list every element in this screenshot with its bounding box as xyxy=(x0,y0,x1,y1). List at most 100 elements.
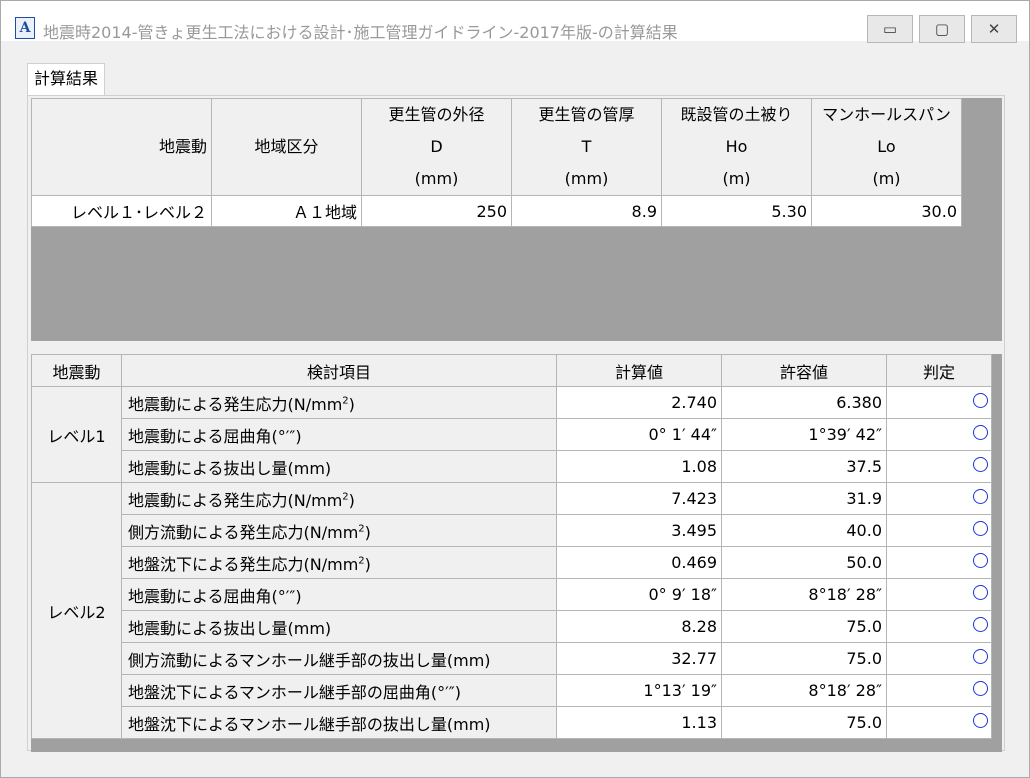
item-label: 地盤沈下によるマンホール継手部の屈曲角(°′″) xyxy=(128,682,461,702)
input-data-row[interactable]: レベル１･レベル２ Ａ１地域 250 8.9 5.30 30.0 xyxy=(31,195,962,227)
maximize-button[interactable]: ▢ xyxy=(919,15,965,43)
calc-value-cell[interactable]: 1°13′ 19″ xyxy=(556,674,722,707)
item-label: 地震動による屈曲角(°′″) xyxy=(128,426,302,446)
judge-cell[interactable] xyxy=(886,546,992,579)
col-header-allow: 許容値 xyxy=(721,354,887,387)
result-row[interactable]: レベル1 地震動による発生応力(N/mm2) 2.740 6.380 xyxy=(31,386,992,483)
item-label-tail: ) xyxy=(348,490,355,510)
result-row[interactable]: 側方流動による発生応力(N/mm2) 3.495 40.0 xyxy=(32,514,992,547)
item-cell: 地震動による発生応力(N/mm2) xyxy=(121,482,557,515)
calc-value-cell[interactable]: 1.13 xyxy=(556,706,722,739)
item-cell: 地震動による屈曲角(°′″) xyxy=(121,418,557,451)
allow-value-cell[interactable]: 50.0 xyxy=(721,546,887,579)
calc-value-cell[interactable]: 7.423 xyxy=(556,482,722,515)
item-cell: 側方流動による発生応力(N/mm2) xyxy=(121,514,557,547)
item-cell: 地震動による抜出し量(mm) xyxy=(121,610,557,643)
calc-value-cell[interactable]: 0° 1′ 44″ xyxy=(556,418,722,451)
calc-value-cell[interactable]: 3.495 xyxy=(556,514,722,547)
judge-cell[interactable] xyxy=(886,386,992,419)
judge-cell[interactable] xyxy=(886,706,992,739)
result-row[interactable]: レベル2 地震動による発生応力(N/mm2) 7.423 31.9 xyxy=(31,482,992,739)
judge-cell[interactable] xyxy=(886,482,992,515)
judge-cell[interactable] xyxy=(886,418,992,451)
calc-value-cell[interactable]: 32.77 xyxy=(556,642,722,675)
calc-value-cell[interactable]: 8.28 xyxy=(556,610,722,643)
header-thickness: 更生管の管厚 T (mm) xyxy=(511,98,662,196)
close-button[interactable]: ✕ xyxy=(971,15,1017,43)
header-line: 更生管の外径 xyxy=(388,105,485,124)
header-line: マンホールスパン xyxy=(822,105,951,124)
result-row[interactable]: 地震動による抜出し量(mm) 1.08 37.5 xyxy=(32,450,992,483)
pass-circle-icon xyxy=(973,521,988,536)
item-cell: 地盤沈下によるマンホール継手部の抜出し量(mm) xyxy=(121,706,557,739)
calc-value-cell[interactable]: 2.740 xyxy=(556,386,722,419)
allow-value-cell[interactable]: 1°39′ 42″ xyxy=(721,418,887,451)
input-grid-area[interactable]: 地震動 地域区分 更生管の外径 D (mm) 更生管の管厚 T (mm) 既設管の土被り… xyxy=(31,98,1002,341)
allow-value-cell[interactable]: 75.0 xyxy=(721,610,887,643)
cell-thickness[interactable]: 8.9 xyxy=(511,195,662,227)
pass-circle-icon xyxy=(973,393,988,408)
item-cell: 地震動による発生応力(N/mm2) xyxy=(121,386,557,419)
item-label-tail: ) xyxy=(348,394,355,414)
col-header-calc: 計算値 xyxy=(556,354,722,387)
allow-value-cell[interactable]: 40.0 xyxy=(721,514,887,547)
calc-value-cell[interactable]: 0.469 xyxy=(556,546,722,579)
header-line: (mm) xyxy=(414,169,459,188)
item-label-tail: ) xyxy=(364,554,371,574)
judge-cell[interactable] xyxy=(886,514,992,547)
header-line: T xyxy=(581,137,592,156)
cell-cover[interactable]: 5.30 xyxy=(661,195,812,227)
header-region: 地域区分 xyxy=(211,98,362,196)
item-label: 地震動による発生応力(N/mm xyxy=(128,490,343,510)
result-row[interactable]: 地盤沈下による発生応力(N/mm2) 0.469 50.0 xyxy=(32,546,992,579)
result-row[interactable]: 地震動による抜出し量(mm) 8.28 75.0 xyxy=(32,610,992,643)
header-line: (m) xyxy=(872,169,901,188)
item-cell: 地震動による抜出し量(mm) xyxy=(121,450,557,483)
title-bar[interactable]: A 地震時2014-管きょ更生工法における設計･施工管理ガイドライン-2017年… xyxy=(1,1,1029,43)
level-cell: レベル1 xyxy=(31,386,122,483)
cell-span[interactable]: 30.0 xyxy=(811,195,962,227)
result-row[interactable]: 地震動による屈曲角(°′″) 0° 1′ 44″ 1°39′ 42″ xyxy=(32,418,992,451)
pass-circle-icon xyxy=(973,681,988,696)
cell-diameter[interactable]: 250 xyxy=(361,195,512,227)
judge-cell[interactable] xyxy=(886,610,992,643)
allow-value-cell[interactable]: 75.0 xyxy=(721,642,887,675)
result-row[interactable]: 地盤沈下によるマンホール継手部の屈曲角(°′″) 1°13′ 19″ 8°18′ 2… xyxy=(32,674,992,707)
allow-value-cell[interactable]: 75.0 xyxy=(721,706,887,739)
cell-level[interactable]: レベル１･レベル２ xyxy=(31,195,212,227)
cell-region[interactable]: Ａ１地域 xyxy=(211,195,362,227)
judge-cell[interactable] xyxy=(886,578,992,611)
result-window: A 地震時2014-管きょ更生工法における設計･施工管理ガイドライン-2017年… xyxy=(0,0,1030,778)
input-table: 地震動 地域区分 更生管の外径 D (mm) 更生管の管厚 T (mm) 既設管の土被り… xyxy=(31,98,962,227)
pass-circle-icon xyxy=(973,489,988,504)
allow-value-cell[interactable]: 8°18′ 28″ xyxy=(721,674,887,707)
allow-value-cell[interactable]: 6.380 xyxy=(721,386,887,419)
judge-cell[interactable] xyxy=(886,674,992,707)
calc-value-cell[interactable]: 0° 9′ 18″ xyxy=(556,578,722,611)
pass-circle-icon xyxy=(973,457,988,472)
calc-value-cell[interactable]: 1.08 xyxy=(556,450,722,483)
judge-cell[interactable] xyxy=(886,642,992,675)
result-row[interactable]: 地盤沈下によるマンホール継手部の抜出し量(mm) 1.13 75.0 xyxy=(32,706,992,739)
allow-value-cell[interactable]: 31.9 xyxy=(721,482,887,515)
tab-calc-result[interactable]: 計算結果 xyxy=(27,63,106,95)
judge-cell[interactable] xyxy=(886,450,992,483)
result-grid-area[interactable]: 地震動 検討項目 計算値 許容値 判定 レベル1 地震動による発生応力(N/mm2… xyxy=(31,354,1002,752)
allow-value-cell[interactable]: 8°18′ 28″ xyxy=(721,578,887,611)
allow-value-cell[interactable]: 37.5 xyxy=(721,450,887,483)
app-icon: A xyxy=(15,17,35,39)
header-manhole-span: マンホールスパン Lo (m) xyxy=(811,98,962,196)
pass-circle-icon xyxy=(973,585,988,600)
pass-circle-icon xyxy=(973,425,988,440)
result-row[interactable]: 地震動による屈曲角(°′″) 0° 9′ 18″ 8°18′ 28″ xyxy=(32,578,992,611)
result-row[interactable]: 側方流動によるマンホール継手部の抜出し量(mm) 32.77 75.0 xyxy=(32,642,992,675)
header-cover-depth: 既設管の土被り Ho (m) xyxy=(661,98,812,196)
col-header-jishindo: 地震動 xyxy=(31,354,122,387)
header-jishindo: 地震動 xyxy=(31,98,212,196)
header-line: 地域区分 xyxy=(254,137,319,156)
item-cell: 側方流動によるマンホール継手部の抜出し量(mm) xyxy=(121,642,557,675)
item-label: 地震動による抜出し量(mm) xyxy=(128,458,332,478)
minimize-button[interactable]: ▭ xyxy=(867,15,913,43)
result-header-row: 地震動 検討項目 計算値 許容値 判定 xyxy=(31,354,992,387)
pass-circle-icon xyxy=(973,553,988,568)
